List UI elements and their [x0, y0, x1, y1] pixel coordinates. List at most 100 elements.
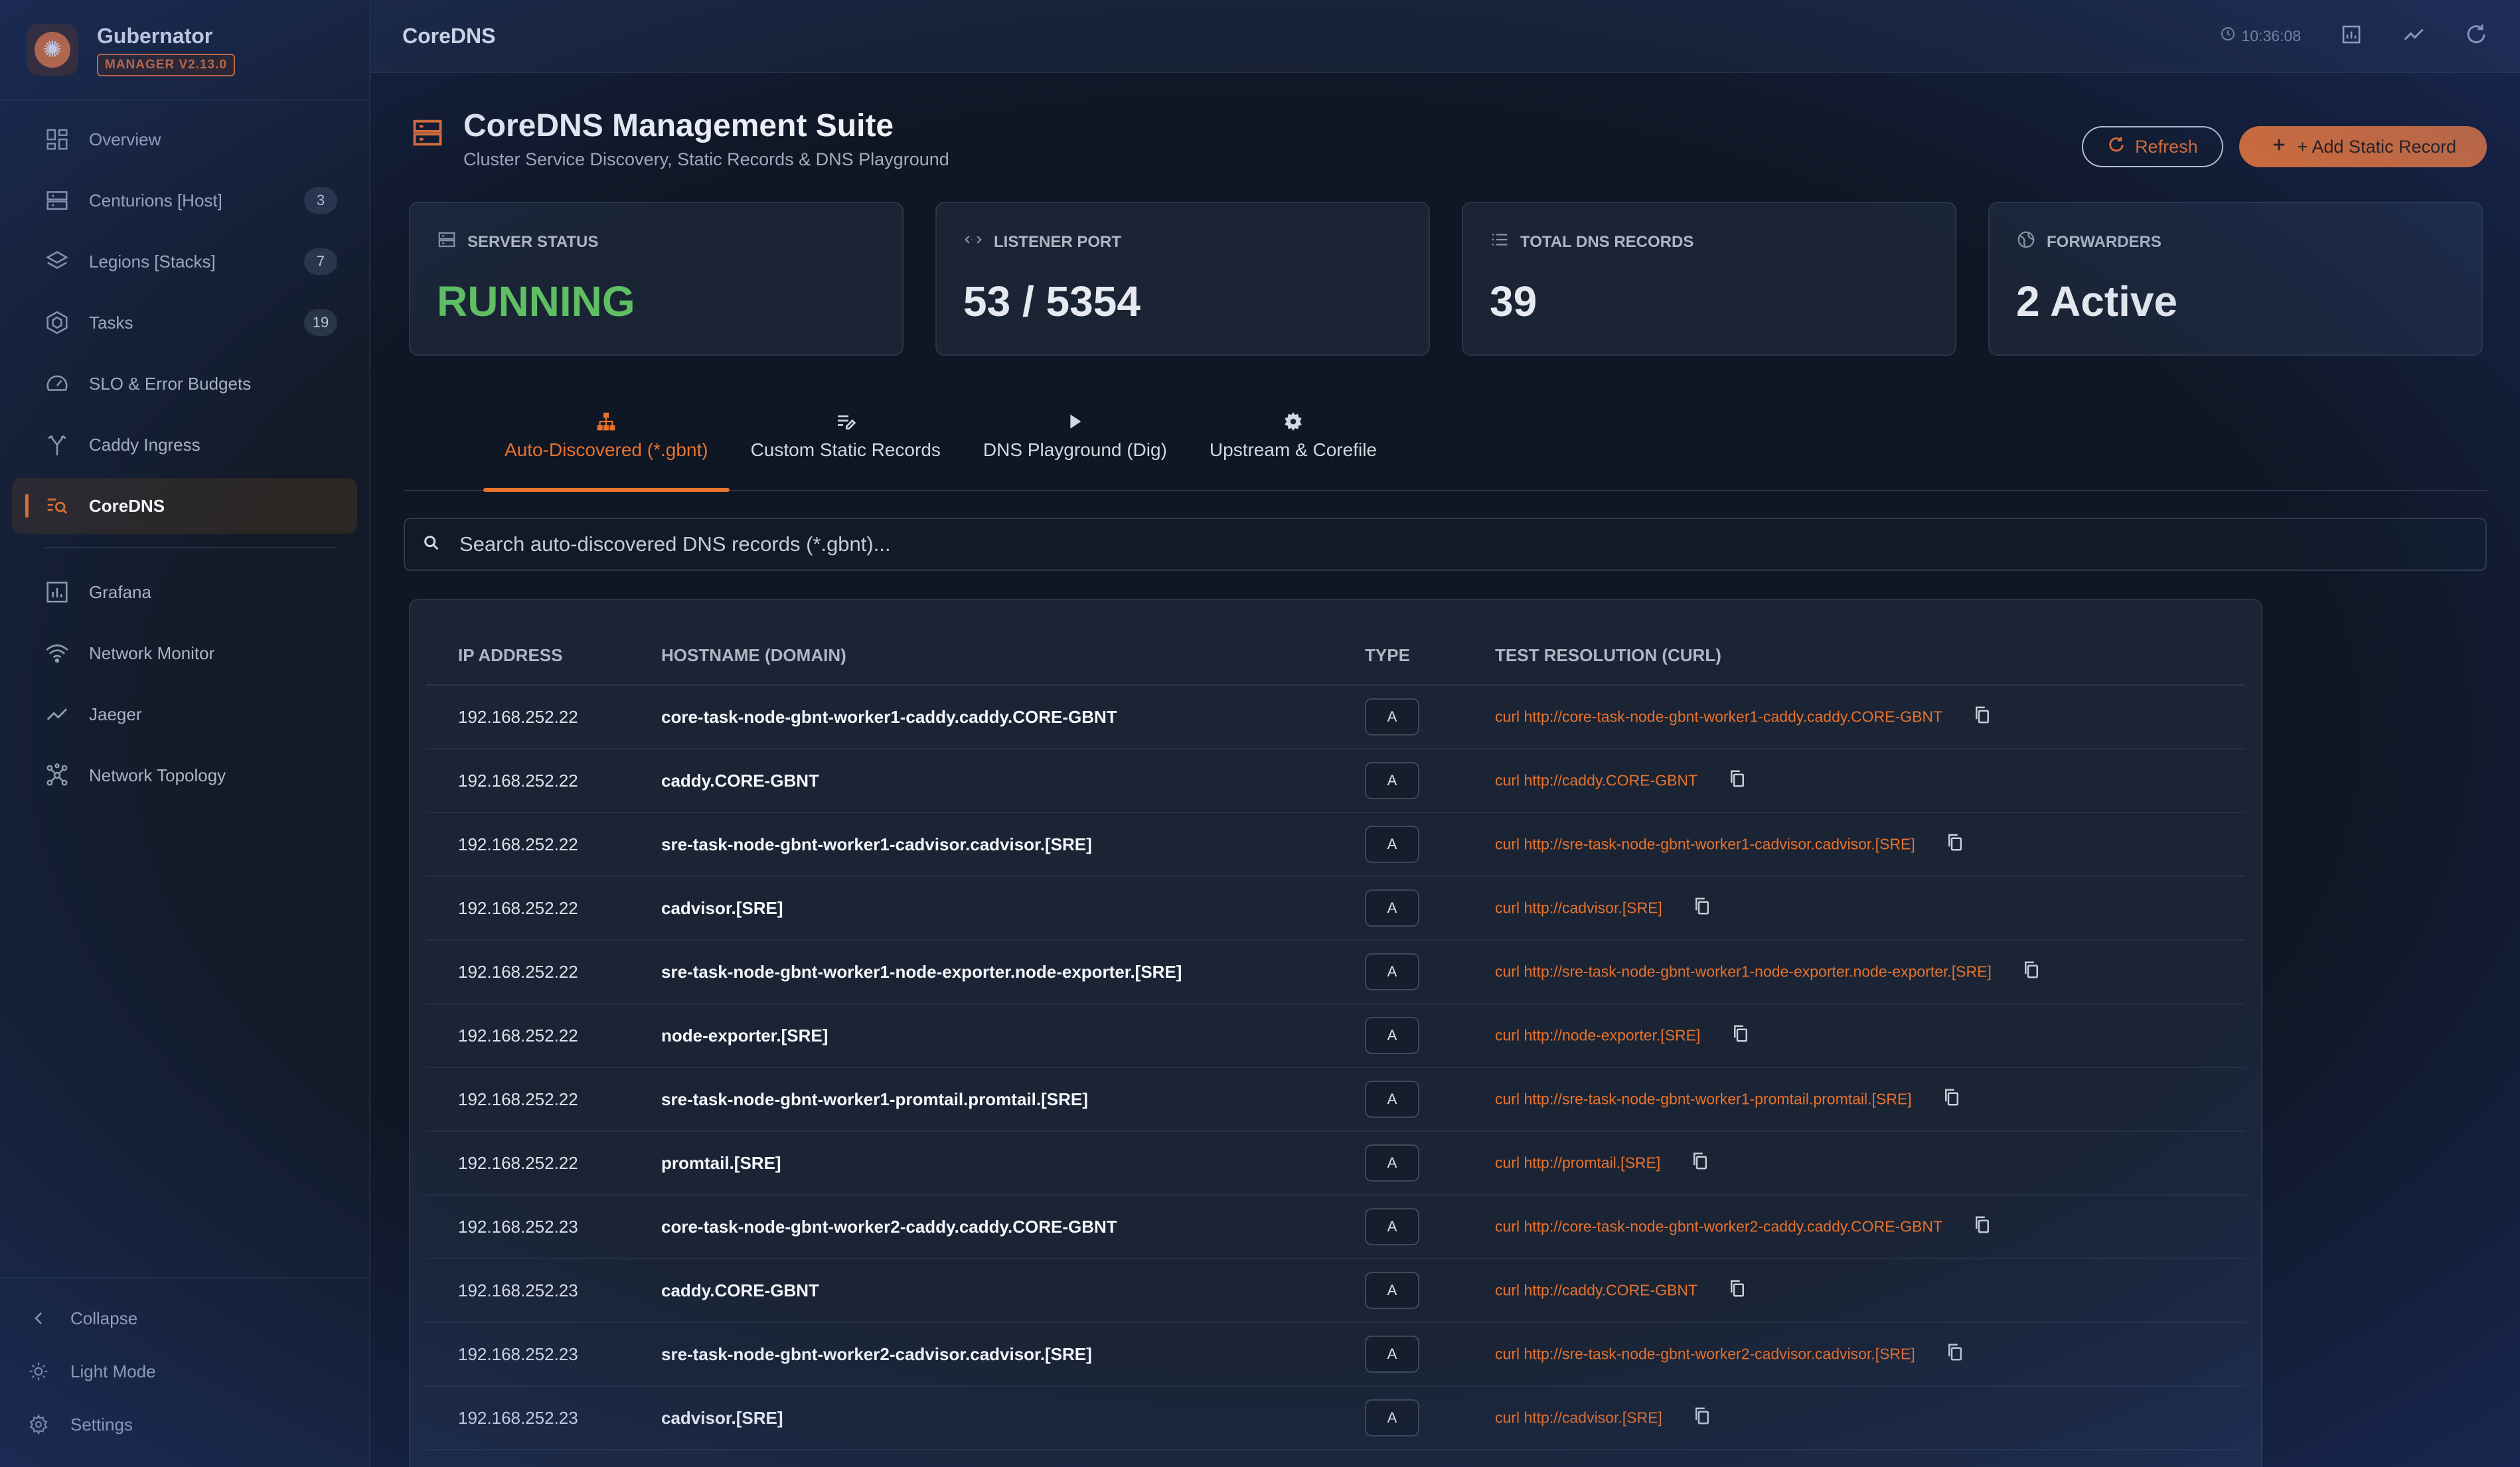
ip-address-cell: 192.168.252.23: [426, 1259, 629, 1323]
curl-command-link[interactable]: curl http://cadvisor.[SRE]: [1495, 899, 1662, 916]
curl-command-link[interactable]: curl http://core-task-node-gbnt-worker1-…: [1495, 708, 1942, 725]
hostname-cell: core-task-node-gbnt-worker2-caddy.caddy.…: [629, 1195, 1333, 1259]
curl-command-link[interactable]: curl http://sre-task-node-gbnt-worker2-c…: [1495, 1345, 1915, 1362]
curl-cell: curl http://promtail.[SRE]: [1463, 1131, 2245, 1196]
curl-cell: curl http://sre-task-node-gbnt-worker1-p…: [1463, 1067, 2245, 1132]
type-cell: A: [1333, 940, 1463, 1004]
curl-command-link[interactable]: curl http://core-task-node-gbnt-worker2-…: [1495, 1217, 1942, 1235]
copy-icon[interactable]: [1692, 896, 1712, 921]
record-type-badge: A: [1365, 889, 1419, 927]
ip-address-cell: 192.168.252.22: [426, 940, 629, 1004]
table-row[interactable]: 192.168.252.23 cadvisor.[SRE] A curl htt…: [426, 1386, 2245, 1450]
hexagon-icon: [44, 309, 70, 336]
curl-command-link[interactable]: curl http://sre-task-node-gbnt-worker1-p…: [1495, 1090, 1912, 1107]
server-stack-icon: [410, 116, 447, 153]
table-row[interactable]: 192.168.252.22 cadvisor.[SRE] A curl htt…: [426, 876, 2245, 941]
sidebar-item-tasks[interactable]: Tasks 19: [12, 295, 357, 350]
hierarchy-icon: [595, 408, 617, 435]
sidebar-item-coredns[interactable]: CoreDNS: [12, 478, 357, 534]
copy-icon[interactable]: [1972, 705, 1992, 730]
table-row[interactable]: 192.168.252.22 caddy.CORE-GBNT A curl ht…: [426, 749, 2245, 813]
copy-icon[interactable]: [2021, 960, 2041, 984]
table-row[interactable]: 192.168.252.22 core-task-node-gbnt-worke…: [426, 685, 2245, 749]
sidebar-item-jaeger[interactable]: Jaeger: [12, 686, 357, 742]
main-content: CoreDNS Management Suite Cluster Service…: [370, 74, 2520, 1467]
metrics-icon[interactable]: [2339, 23, 2363, 50]
page-subtitle: Cluster Service Discovery, Static Record…: [463, 149, 949, 169]
stat-listener-port: LISTENER PORT 53 / 5354: [935, 202, 1430, 356]
app-logo[interactable]: ✺: [27, 24, 78, 76]
record-type-badge: A: [1365, 1144, 1419, 1182]
topbar: CoreDNS 10:36:08: [370, 0, 2520, 73]
copy-icon[interactable]: [1942, 1087, 1962, 1112]
refresh-icon[interactable]: [2464, 23, 2488, 50]
refresh-button[interactable]: Refresh: [2082, 126, 2223, 167]
table-row[interactable]: 192.168.252.22 sre-task-node-gbnt-worker…: [426, 812, 2245, 877]
sidebar-item-network-topology[interactable]: Network Topology: [12, 747, 357, 803]
dns-search-icon: [44, 493, 70, 519]
sidebar-item-grafana[interactable]: Grafana: [12, 564, 357, 620]
collapse-button[interactable]: Collapse: [12, 1292, 357, 1345]
add-static-record-button[interactable]: + Add Static Record: [2239, 126, 2487, 167]
curl-command-link[interactable]: curl http://sre-task-node-gbnt-worker1-n…: [1495, 963, 1992, 980]
sidebar-item-legions[interactable]: Legions [Stacks] 7: [12, 234, 357, 289]
trend-icon[interactable]: [2402, 23, 2426, 50]
curl-command-link[interactable]: curl http://caddy.CORE-GBNT: [1495, 1281, 1697, 1298]
stat-label: LISTENER PORT: [994, 232, 1122, 251]
stat-label: TOTAL DNS RECORDS: [1520, 232, 1694, 251]
sidebar-item-slo[interactable]: SLO & Error Budgets: [12, 356, 357, 412]
stat-value: 53 / 5354: [963, 277, 1141, 325]
copy-icon[interactable]: [1731, 1024, 1751, 1048]
sidebar-item-network-monitor[interactable]: Network Monitor: [12, 625, 357, 681]
copy-icon[interactable]: [1945, 832, 1965, 857]
sidebar-item-overview[interactable]: Overview: [12, 112, 357, 167]
curl-cell: curl http://cadvisor.[SRE]: [1463, 1386, 2245, 1450]
curl-command-link[interactable]: curl http://node-exporter.[SRE]: [1495, 1026, 1700, 1043]
stat-label: FORWARDERS: [2047, 232, 2162, 251]
settings-button[interactable]: Settings: [12, 1398, 357, 1451]
sidebar-item-centurions[interactable]: Centurions [Host] 3: [12, 173, 357, 228]
table-row[interactable]: 192.168.252.23 caddy.CORE-GBNT A curl ht…: [426, 1259, 2245, 1323]
copy-icon[interactable]: [1972, 1215, 1992, 1239]
chevron-left-icon: [27, 1306, 50, 1330]
tab-custom-static-records[interactable]: Custom Static Records: [730, 408, 962, 490]
curl-cell: curl http://node-exporter.[SRE]: [1463, 1004, 2245, 1068]
ip-address-cell: 192.168.252.22: [426, 749, 629, 813]
copy-icon[interactable]: [1727, 1278, 1747, 1303]
clock-icon: [2220, 26, 2236, 46]
tab-auto-discovered[interactable]: Auto-Discovered (*.gbnt): [483, 408, 730, 492]
ip-address-cell: 192.168.252.22: [426, 812, 629, 877]
dns-records-table-card: IP ADDRESS HOSTNAME (DOMAIN) TYPE TEST R…: [409, 599, 2262, 1467]
light-mode-label: Light Mode: [70, 1361, 156, 1381]
table-row[interactable]: 192.168.252.23 core-task-node-gbnt-worke…: [426, 1195, 2245, 1259]
hostname-cell: promtail.[SRE]: [629, 1131, 1333, 1196]
sidebar-divider: [44, 547, 337, 548]
table-row[interactable]: 192.168.252.22 sre-task-node-gbnt-worker…: [426, 940, 2245, 1004]
search-input[interactable]: [459, 532, 2468, 556]
record-type-badge: A: [1365, 1017, 1419, 1054]
copy-icon[interactable]: [1690, 1151, 1710, 1176]
table-row[interactable]: 192.168.252.22 node-exporter.[SRE] A cur…: [426, 1004, 2245, 1068]
fork-icon: [44, 431, 70, 458]
table-row[interactable]: 192.168.252.22 sre-task-node-gbnt-worker…: [426, 1067, 2245, 1132]
curl-command-link[interactable]: curl http://sre-task-node-gbnt-worker1-c…: [1495, 835, 1915, 852]
page-title: CoreDNS Management Suite: [463, 108, 894, 143]
copy-icon[interactable]: [1692, 1406, 1712, 1430]
table-row[interactable]: 192.168.252.22 promtail.[SRE] A curl htt…: [426, 1131, 2245, 1196]
tab-dns-playground[interactable]: DNS Playground (Dig): [962, 408, 1188, 490]
copy-icon[interactable]: [1945, 1342, 1965, 1367]
copy-icon[interactable]: [1727, 769, 1747, 793]
table-row[interactable]: 192.168.252.23 sre-task-node-gbnt-worker…: [426, 1322, 2245, 1387]
hostname-cell: sre-task-node-gbnt-worker1-node-exporter…: [629, 940, 1333, 1004]
type-cell: A: [1333, 1322, 1463, 1387]
curl-command-link[interactable]: curl http://caddy.CORE-GBNT: [1495, 771, 1697, 789]
column-header-ip: IP ADDRESS: [426, 627, 629, 686]
curl-command-link[interactable]: curl http://promtail.[SRE]: [1495, 1154, 1660, 1171]
curl-command-link[interactable]: curl http://cadvisor.[SRE]: [1495, 1409, 1662, 1426]
code-arrows-icon: [963, 230, 983, 254]
light-mode-toggle[interactable]: Light Mode: [12, 1345, 357, 1398]
tab-upstream-corefile[interactable]: Upstream & Corefile: [1188, 408, 1398, 490]
list-icon: [1490, 230, 1510, 254]
sidebar-item-label: Network Monitor: [89, 643, 215, 663]
sidebar-item-caddy[interactable]: Caddy Ingress: [12, 417, 357, 473]
